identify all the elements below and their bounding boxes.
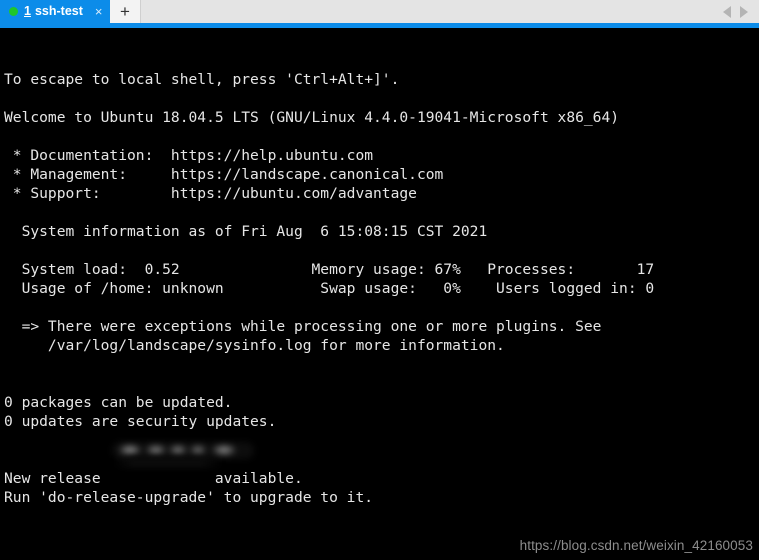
terminal-line: * Management: https://landscape.canonica… — [4, 166, 444, 183]
tab-navigation — [723, 0, 759, 23]
terminal-line: * Documentation: https://help.ubuntu.com — [4, 147, 374, 164]
terminal-line: /var/log/landscape/sysinfo.log for more … — [4, 337, 505, 354]
terminal-line: * Support: https://ubuntu.com/advantage — [4, 185, 417, 202]
terminal-line: System load: 0.52 Memory usage: 67% Proc… — [4, 261, 655, 278]
tab-bar: 1 ssh-test × + — [0, 0, 759, 23]
watermark-url: https://blog.csdn.net/weixin_42160053 — [519, 538, 753, 553]
tab-index-label: 1 — [24, 4, 31, 19]
terminal-line-list: To escape to local shell, press 'Ctrl+Al… — [4, 70, 759, 560]
new-tab-button[interactable]: + — [110, 0, 141, 23]
terminal-line: Run 'do-release-upgrade' to upgrade to i… — [4, 489, 374, 506]
tab-title-label: ssh-test — [34, 4, 83, 19]
tab-ssh-test[interactable]: 1 ssh-test × — [0, 0, 110, 23]
chevron-right-icon[interactable] — [740, 5, 748, 18]
terminal-output[interactable]: To escape to local shell, press 'Ctrl+Al… — [0, 28, 759, 560]
terminal-line: New release available. — [4, 470, 303, 487]
terminal-line: Usage of /home: unknown Swap usage: 0% U… — [4, 280, 655, 297]
terminal-line: To escape to local shell, press 'Ctrl+Al… — [4, 71, 400, 88]
terminal-line: Welcome to Ubuntu 18.04.5 LTS (GNU/Linux… — [4, 109, 620, 126]
terminal-line: System information as of Fri Aug 6 15:08… — [4, 223, 488, 240]
terminal-line: 0 updates are security updates. — [4, 413, 277, 430]
close-icon[interactable]: × — [95, 5, 103, 18]
terminal-line: => There were exceptions while processin… — [4, 318, 602, 335]
connection-status-dot-icon — [9, 7, 18, 16]
chevron-left-icon[interactable] — [723, 5, 731, 18]
terminal-window: 1 ssh-test × + To escape to local shell,… — [0, 0, 759, 560]
tab-bar-spacer — [141, 0, 723, 23]
terminal-line: 0 packages can be updated. — [4, 394, 233, 411]
